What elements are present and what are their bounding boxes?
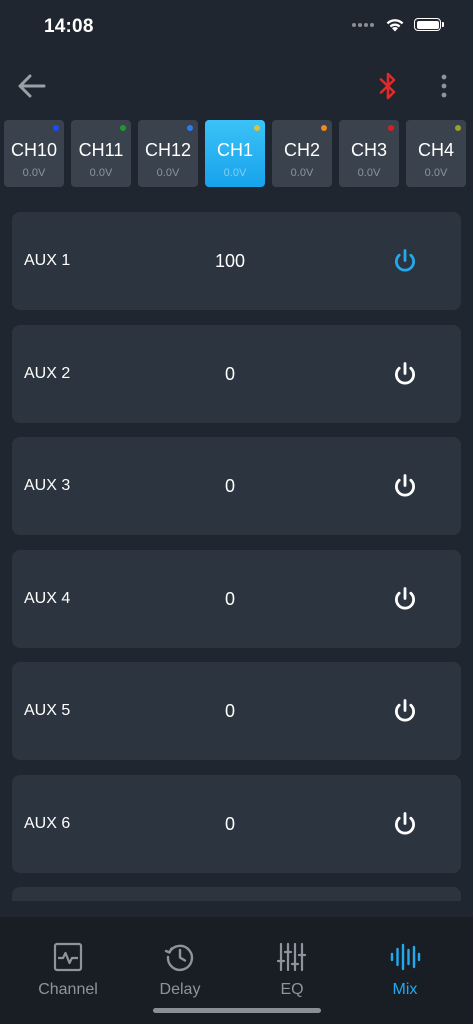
aux-row[interactable]: AUX 3 0 <box>12 437 461 535</box>
tab-label: Channel <box>38 981 98 998</box>
channel-name: CH1 <box>216 140 253 160</box>
channel-tab-ch3[interactable]: CH3 0.0V <box>339 120 399 187</box>
channel-name: CH4 <box>417 140 454 160</box>
channel-color-dot <box>455 125 461 131</box>
aux-row[interactable]: AUX 2 0 <box>12 324 461 423</box>
power-button-icon[interactable] <box>392 361 418 387</box>
channel-voltage: 0.0V <box>357 167 381 179</box>
power-button-icon[interactable] <box>392 811 418 837</box>
aux-label: AUX 1 <box>24 252 71 269</box>
channel-voltage: 0.0V <box>290 167 314 179</box>
channel-selector: CH10 0.0V CH11 0.0V CH12 0.0V CH1 0.0V CH2 0.0V CH… <box>4 120 466 187</box>
aux-label: AUX 6 <box>24 814 71 832</box>
back-button[interactable] <box>14 70 50 102</box>
mix-bars-icon <box>390 943 421 971</box>
home-indicator <box>153 1008 321 1013</box>
tab-label: EQ <box>280 981 304 998</box>
channel-name: CH12 <box>144 140 192 160</box>
wifi-icon <box>386 19 404 32</box>
battery-icon <box>414 18 444 31</box>
channel-tab-ch12[interactable]: CH12 0.0V <box>138 120 198 187</box>
channel-name: CH2 <box>283 140 320 160</box>
channel-voltage: 0.0V <box>424 167 448 179</box>
tab-eq[interactable]: EQ <box>242 941 342 999</box>
power-button-icon[interactable] <box>392 698 418 724</box>
channel-voltage: 0.0V <box>89 167 113 179</box>
channel-color-dot <box>120 125 126 131</box>
aux-value[interactable]: 0 <box>180 589 280 610</box>
aux-label: AUX 4 <box>24 589 71 607</box>
aux-row[interactable]: AUX 6 0 <box>12 774 461 873</box>
status-time: 14:08 <box>44 16 94 37</box>
aux-value[interactable]: 0 <box>180 364 280 385</box>
channel-tab-ch11[interactable]: CH11 0.0V <box>71 120 131 187</box>
channel-color-dot <box>388 125 394 131</box>
cellular-signal-icon <box>352 22 374 27</box>
aux-row[interactable] <box>12 887 461 901</box>
aux-value[interactable]: 0 <box>180 476 280 497</box>
channel-name: CH3 <box>350 140 387 160</box>
aux-value[interactable]: 0 <box>180 701 280 722</box>
aux-list: AUX 1 100 AUX 2 0 AUX 3 0 AUX 4 0 AUX 5 0 AUX 6 0 <box>12 212 461 916</box>
channel-name: CH10 <box>10 140 58 160</box>
tab-label: Mix <box>392 981 418 998</box>
aux-row[interactable]: AUX 4 0 <box>12 549 461 648</box>
tab-label: Delay <box>159 981 201 998</box>
more-vertical-icon[interactable] <box>434 72 454 100</box>
status-icons <box>352 17 444 32</box>
channel-tab-ch1[interactable]: CH1 0.0V <box>205 120 265 187</box>
aux-value[interactable]: 100 <box>180 251 280 272</box>
equalizer-sliders-icon <box>276 942 307 972</box>
bluetooth-icon[interactable] <box>374 70 402 102</box>
channel-voltage: 0.0V <box>223 167 247 179</box>
channel-tab-ch4[interactable]: CH4 0.0V <box>406 120 466 187</box>
channel-color-dot <box>254 125 260 131</box>
aux-value[interactable]: 0 <box>180 814 280 835</box>
power-button-icon[interactable] <box>392 248 418 274</box>
aux-row[interactable]: AUX 1 100 <box>12 212 461 310</box>
status-bar: 14:08 <box>0 0 473 54</box>
power-button-icon[interactable] <box>392 586 418 612</box>
history-clock-icon <box>164 944 194 972</box>
channel-voltage: 0.0V <box>156 167 180 179</box>
channel-color-dot <box>53 125 59 131</box>
channel-name: CH11 <box>78 140 124 160</box>
power-button-icon[interactable] <box>392 473 418 499</box>
channel-tab-ch10[interactable]: CH10 0.0V <box>4 120 64 187</box>
tab-delay[interactable]: Delay <box>130 941 230 999</box>
tab-mix[interactable]: Mix <box>355 941 455 999</box>
aux-label: AUX 3 <box>24 477 71 494</box>
aux-label: AUX 2 <box>24 364 71 382</box>
channel-tab-ch2[interactable]: CH2 0.0V <box>272 120 332 187</box>
channel-voltage: 0.0V <box>22 167 46 179</box>
aux-row[interactable]: AUX 5 0 <box>12 662 461 760</box>
channel-pulse-icon <box>53 942 83 972</box>
aux-label: AUX 5 <box>24 702 71 719</box>
tab-channel[interactable]: Channel <box>18 941 118 999</box>
channel-color-dot <box>187 125 193 131</box>
channel-color-dot <box>321 125 327 131</box>
